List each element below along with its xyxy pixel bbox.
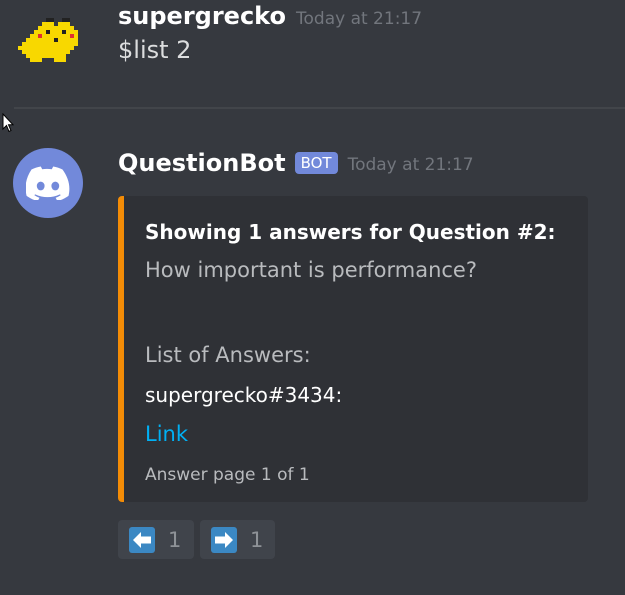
timestamp: Today at 21:17 xyxy=(347,154,474,175)
discord-logo-icon xyxy=(26,166,70,200)
embed-card: Showing 1 answers for Question #2: How i… xyxy=(118,196,588,502)
timestamp: Today at 21:17 xyxy=(296,9,423,29)
arrow-right-icon xyxy=(211,526,237,553)
mouse-cursor-icon xyxy=(2,113,14,133)
bot-username[interactable]: QuestionBot xyxy=(118,149,286,177)
answer-link[interactable]: Link xyxy=(145,422,188,446)
message-divider xyxy=(14,107,625,109)
chat-view: supergrecko Today at 21:17 $list 2 Quest… xyxy=(0,0,625,595)
embed-footer: Answer page 1 of 1 xyxy=(145,465,310,485)
username[interactable]: supergrecko xyxy=(118,2,286,30)
reaction-count: 1 xyxy=(250,527,264,552)
reaction-arrow-right[interactable]: 1 xyxy=(200,520,275,559)
embed-description: How important is performance? xyxy=(145,258,478,282)
arrow-left-icon xyxy=(129,526,155,553)
embed-list-label: List of Answers: xyxy=(145,343,311,367)
embed-title: Showing 1 answers for Question #2: xyxy=(145,220,556,244)
reaction-count: 1 xyxy=(168,527,182,552)
message-text: $list 2 xyxy=(118,36,192,64)
discord-bot-avatar[interactable] xyxy=(13,148,83,218)
answer-author: supergrecko#3434: xyxy=(145,383,343,407)
bot-badge: BOT xyxy=(294,152,338,174)
pikachu-pixel-avatar[interactable] xyxy=(18,18,82,66)
reaction-arrow-left[interactable]: 1 xyxy=(118,520,194,559)
